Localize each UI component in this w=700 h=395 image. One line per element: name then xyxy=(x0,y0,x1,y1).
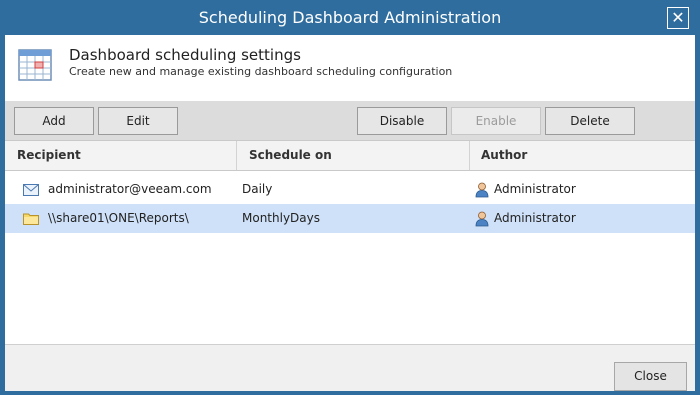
toolbar: Add Edit Disable Enable Delete xyxy=(5,101,695,140)
recipient-cell: \\share01\ONE\Reports\ xyxy=(48,211,189,225)
edit-button[interactable]: Edit xyxy=(98,107,178,135)
close-button[interactable]: Close xyxy=(614,362,687,391)
window-title: Scheduling Dashboard Administration xyxy=(198,8,502,27)
recipient-cell: administrator@veeam.com xyxy=(48,182,212,196)
footer: Close xyxy=(5,344,695,391)
enable-button[interactable]: Enable xyxy=(451,107,541,135)
delete-button[interactable]: Delete xyxy=(545,107,635,135)
author-cell: Administrator xyxy=(494,182,576,196)
user-icon xyxy=(475,182,489,198)
add-button[interactable]: Add xyxy=(14,107,94,135)
disable-button[interactable]: Disable xyxy=(357,107,447,135)
column-header-author[interactable]: Author xyxy=(481,141,527,170)
dialog-window: Scheduling Dashboard Administration ✕ Da… xyxy=(0,0,700,395)
close-icon[interactable]: ✕ xyxy=(667,7,689,29)
header-subtitle: Create new and manage existing dashboard… xyxy=(69,65,453,78)
table-row[interactable]: administrator@veeam.com Daily Administra… xyxy=(5,175,695,204)
dialog-body: Dashboard scheduling settings Create new… xyxy=(5,35,695,391)
schedules-table: Recipient Schedule on Author administrat… xyxy=(5,140,695,345)
column-divider xyxy=(236,141,237,170)
schedule-cell: MonthlyDays xyxy=(242,211,320,225)
folder-icon xyxy=(23,213,39,225)
column-divider xyxy=(469,141,470,170)
author-cell: Administrator xyxy=(494,211,576,225)
table-header: Recipient Schedule on Author xyxy=(5,140,695,171)
header-title: Dashboard scheduling settings xyxy=(69,46,301,64)
header-area: Dashboard scheduling settings Create new… xyxy=(5,35,695,101)
table-row[interactable]: \\share01\ONE\Reports\ MonthlyDays Admin… xyxy=(5,204,695,233)
calendar-icon xyxy=(18,49,52,81)
mail-icon xyxy=(23,184,39,196)
column-header-schedule[interactable]: Schedule on xyxy=(249,141,332,170)
schedule-cell: Daily xyxy=(242,182,273,196)
title-bar: Scheduling Dashboard Administration ✕ xyxy=(0,0,700,35)
column-header-recipient[interactable]: Recipient xyxy=(17,141,81,170)
user-icon xyxy=(475,211,489,227)
